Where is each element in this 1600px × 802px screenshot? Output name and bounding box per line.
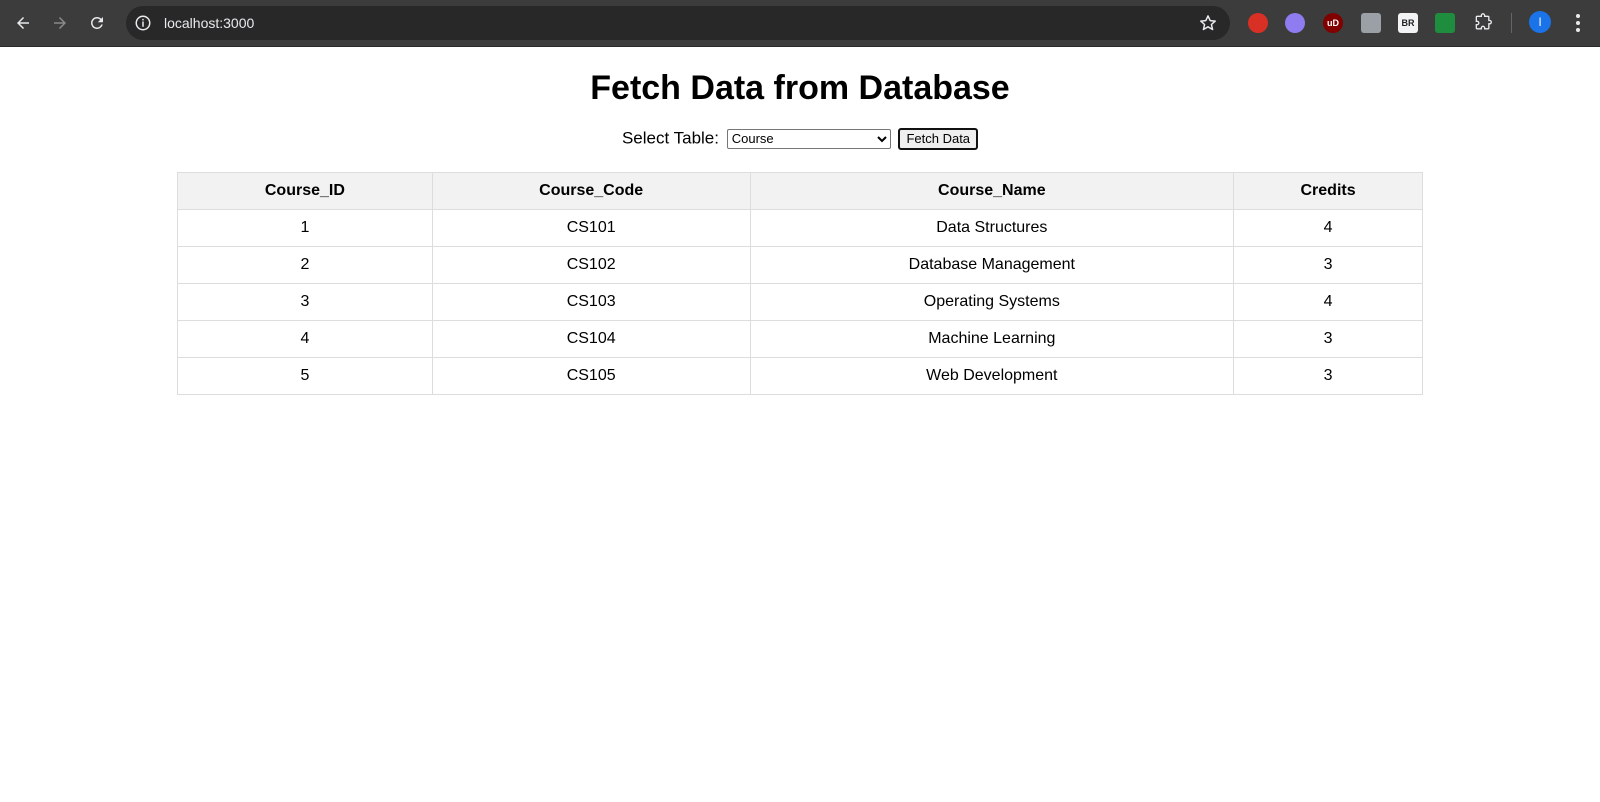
extension-red-icon[interactable]: [1248, 13, 1268, 33]
table-cell-credits: 3: [1233, 246, 1423, 284]
table-cell-course-code: CS101: [431, 209, 751, 247]
toolbar-separator: [1511, 13, 1512, 33]
table-cell-credits: 3: [1233, 320, 1423, 358]
table-header-row: Course_ID Course_Code Course_Name Credits: [177, 172, 1423, 210]
table-cell-course-id: 1: [177, 209, 433, 247]
extensions-puzzle-icon[interactable]: [1473, 13, 1493, 33]
table-cell-credits: 4: [1233, 209, 1423, 247]
page-content: Fetch Data from Database Select Table: C…: [0, 47, 1600, 802]
table-row: 1 CS101 Data Structures 4: [177, 209, 1423, 247]
table-cell-course-name: Machine Learning: [749, 320, 1235, 358]
extension-ghost-icon[interactable]: [1285, 13, 1305, 33]
extension-cart-icon[interactable]: [1435, 13, 1455, 33]
column-header-credits: Credits: [1233, 172, 1423, 210]
address-bar[interactable]: localhost:3000: [126, 6, 1230, 40]
table-cell-course-code: CS104: [431, 320, 751, 358]
data-table: Course_ID Course_Code Course_Name Credits 1…: [177, 172, 1423, 395]
table-cell-course-code: CS103: [431, 283, 751, 321]
table-select[interactable]: Course: [726, 128, 891, 149]
page-title: Fetch Data from Database: [590, 69, 1010, 107]
kebab-menu-icon[interactable]: [1568, 11, 1588, 35]
profile-avatar[interactable]: I: [1529, 11, 1551, 33]
url-text[interactable]: localhost:3000: [164, 14, 254, 32]
table-cell-course-code: CS102: [431, 246, 751, 284]
table-cell-course-name: Web Development: [749, 357, 1235, 395]
table-cell-course-name: Database Management: [749, 246, 1235, 284]
back-arrow-icon: [17, 17, 29, 29]
table-cell-course-id: 4: [177, 320, 433, 358]
table-row: 3 CS103 Operating Systems 4: [177, 283, 1423, 321]
table-cell-course-name: Data Structures: [749, 209, 1235, 247]
table-cell-course-id: 5: [177, 357, 433, 395]
table-row: 5 CS105 Web Development 3: [177, 357, 1423, 395]
browser-toolbar: localhost:3000 uD BR I: [0, 0, 1600, 47]
reload-icon: [90, 16, 103, 29]
column-header-course-id: Course_ID: [177, 172, 433, 210]
table-cell-course-id: 3: [177, 283, 433, 321]
fetch-data-button[interactable]: Fetch Data: [898, 127, 979, 150]
table-cell-course-name: Operating Systems: [749, 283, 1235, 321]
site-info-icon[interactable]: [134, 14, 152, 32]
bookmark-star-icon[interactable]: [1198, 13, 1218, 33]
table-cell-course-code: CS105: [431, 357, 751, 395]
table-cell-credits: 3: [1233, 357, 1423, 395]
table-row: 4 CS104 Machine Learning 3: [177, 320, 1423, 358]
extension-play-icon[interactable]: [1361, 13, 1381, 33]
ublock-icon[interactable]: uD: [1323, 13, 1343, 33]
table-select-controls: Select Table: Course Fetch Data: [0, 127, 1600, 150]
table-cell-course-id: 2: [177, 246, 433, 284]
forward-arrow-icon: [54, 17, 66, 29]
column-header-course-name: Course_Name: [749, 172, 1235, 210]
forward-button[interactable]: [48, 11, 72, 35]
column-header-course-code: Course_Code: [431, 172, 751, 210]
table-row: 2 CS102 Database Management 3: [177, 246, 1423, 284]
select-table-label: Select Table:: [621, 128, 719, 148]
table-cell-credits: 4: [1233, 283, 1423, 321]
back-button[interactable]: [11, 11, 35, 35]
extension-br-icon[interactable]: BR: [1398, 13, 1418, 33]
reload-button[interactable]: [85, 11, 109, 35]
